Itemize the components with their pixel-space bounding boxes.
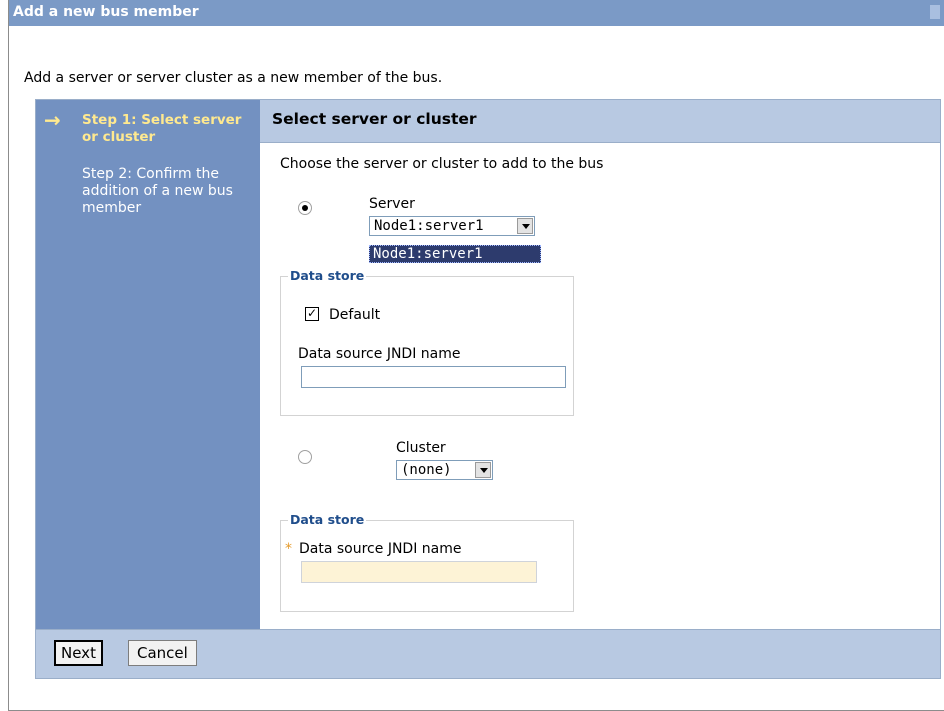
step-2-confirm: Step 2: Confirm the addition of a new bu… [82, 166, 233, 216]
cancel-button[interactable]: Cancel [128, 640, 197, 666]
cluster-data-store-group: Data store * Data source JNDI name [280, 512, 574, 612]
server-dropdown-option[interactable]: Node1:server1 [369, 245, 541, 263]
default-label: Default [329, 307, 381, 323]
required-marker: * [285, 541, 292, 557]
cluster-data-store-legend: Data store [288, 512, 367, 527]
section-heading: Select server or cluster [260, 100, 940, 143]
wizard-footer: Next Cancel [36, 629, 940, 678]
cluster-jndi-label: Data source JNDI name [299, 541, 462, 557]
server-jndi-label: Data source JNDI name [298, 346, 461, 362]
default-checkbox[interactable]: ✓ [305, 307, 319, 321]
window-title: Add a new bus member [13, 4, 199, 20]
cluster-jndi-input[interactable] [301, 561, 537, 583]
server-select[interactable]: Node1:server1 [369, 216, 535, 236]
cluster-label: Cluster [396, 440, 446, 456]
minimize-button[interactable] [930, 5, 940, 19]
chevron-down-icon[interactable] [517, 218, 533, 234]
intro-text: Add a server or server cluster as a new … [24, 70, 443, 86]
server-data-store-group: Data store ✓ Default Data source JNDI na… [280, 268, 574, 416]
server-jndi-input[interactable] [301, 366, 566, 388]
page-title: Select server or cluster [272, 110, 477, 128]
cluster-select-value: (none) [401, 462, 452, 478]
steps-sidebar: → Step 1: Select server or cluster Step … [36, 100, 260, 630]
cluster-radio[interactable] [298, 450, 312, 464]
current-step-arrow-icon: → [44, 108, 61, 132]
server-label: Server [369, 196, 415, 212]
chevron-down-icon[interactable] [475, 462, 491, 478]
server-data-store-legend: Data store [288, 268, 367, 283]
server-radio[interactable] [298, 201, 312, 215]
cluster-select[interactable]: (none) [396, 460, 493, 480]
step-1-select-server[interactable]: Step 1: Select server or cluster [82, 112, 252, 146]
title-bar: Add a new bus member [9, 0, 944, 26]
wizard-panel: → Step 1: Select server or cluster Step … [35, 99, 941, 679]
next-button[interactable]: Next [54, 640, 103, 666]
instruction-text: Choose the server or cluster to add to t… [280, 156, 604, 172]
server-select-value: Node1:server1 [374, 218, 484, 234]
